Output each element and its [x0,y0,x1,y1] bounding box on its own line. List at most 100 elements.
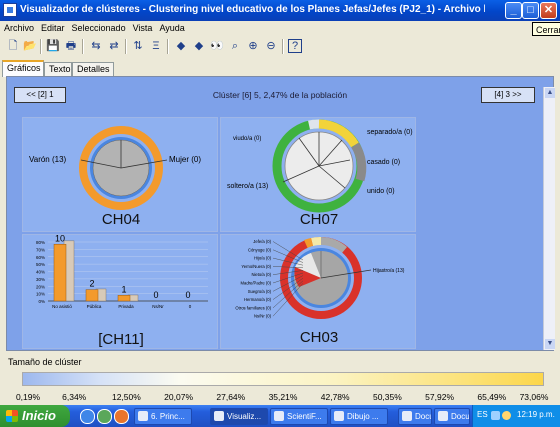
menu-seleccionado[interactable]: Seleccionado [72,21,126,35]
task-item[interactable]: ScientiF... [270,408,328,425]
task-item[interactable]: Docum... [434,408,470,425]
category-label: No asistió [52,304,72,309]
zoom-in-icon[interactable]: ⊕ [245,38,261,54]
panel-label-ch07: CH07 [299,211,339,228]
clock: 12:19 p.m. [517,410,555,419]
print-icon[interactable]: 🖶 [63,38,79,54]
panel-label-ch11: [CH11] [98,331,144,348]
cluster-size-gradient [22,372,544,386]
tab-texto[interactable]: Texto [44,62,72,76]
slice-label-varon: Varón (13) [29,155,67,164]
bar-value-label: 2 [89,279,94,289]
menu-editar[interactable]: Editar [41,21,65,35]
cluster-size-tick: 27,64% [216,392,246,402]
reload-icon[interactable]: ⇆ [88,38,104,54]
slice-label-separado: separado/a (0) [367,129,413,136]
y-tick-label: 30% [36,277,45,282]
task-item[interactable]: Dibujo ... [330,408,388,425]
minimize-button[interactable]: _ [505,2,522,19]
y-tick-label: 0% [38,299,45,304]
cluster-size-tick: 65,49% [477,392,507,402]
chart-panel-ch04[interactable]: Varón (13) Mujer (0) CH04 [22,117,218,232]
media-icon[interactable] [97,409,112,424]
open-icon[interactable]: 📂 [22,38,38,54]
maximize-button[interactable]: □ [522,2,539,19]
window-title: Visualizador de clústeres - Clustering n… [20,4,485,15]
chart-panel-ch07[interactable]: viudo/a (0) separado/a (0) casado (0) un… [220,117,416,232]
category-label: 0 [189,304,192,309]
y-tick-label: 20% [36,284,45,289]
category-label: Privada [118,304,134,309]
menu-archivo[interactable]: Archivo [4,21,34,35]
firefox-icon[interactable] [114,409,129,424]
menu-ayuda[interactable]: Ayuda [159,21,184,35]
sort-icon[interactable]: ⇅ [130,38,146,54]
vertical-scrollbar[interactable]: ▲ ▼ [543,87,555,350]
task-item-active[interactable]: Visualiz... [210,408,268,425]
prev-cluster-button[interactable]: << [2] 1 [14,87,66,103]
slice-label-mujer: Mujer (0) [169,155,201,164]
legend-label: Cónyuge (0) [248,247,272,252]
cluster-size-title: Tamaño de clúster [8,357,82,367]
language-indicator[interactable]: ES [477,410,488,419]
ie-icon[interactable] [80,409,95,424]
bar [53,244,67,302]
y-tick-label: 50% [36,262,45,267]
help-icon[interactable]: ? [288,39,302,53]
slice-label-unido: unido (0) [367,188,395,195]
tab-graficos[interactable]: Gráficos [2,60,44,77]
filter-icon[interactable]: Ξ [148,38,164,54]
cluster-title: Clúster [6] 5, 2,47% de la población [212,90,348,100]
bar-value-label: 1 [121,284,126,294]
y-tick-label: 10% [36,292,45,297]
category-label: Ns/Nr [152,304,164,309]
legend-label: Ns/Nr (0) [254,314,272,319]
save-icon[interactable]: 💾 [45,38,61,54]
legend-label: Suegro/a (0) [248,289,272,294]
scroll-down-icon[interactable]: ▼ [545,339,555,349]
binoculars-icon[interactable]: 👀 [209,38,225,54]
legend-label: Yerno/Nuera (0) [241,264,271,269]
bar-value-label: 0 [185,290,190,300]
bar-value-label: 0 [153,290,158,300]
start-label: Inicio [22,408,56,423]
volume-icon[interactable] [502,411,511,420]
legend-label: Hijo/a (0) [254,256,272,261]
cluster-size-tick: 57,92% [425,392,455,402]
arrow-left-icon[interactable]: ◆ [173,38,189,54]
toolbar: 🗋 📂 💾 🖶 ⇆ ⇄ ⇅ Ξ ◆ ◆ 👀 ⌕ ⊕ ⊖ ? [0,36,560,58]
forward-icon[interactable]: ⇄ [106,38,122,54]
menu-bar: Archivo Editar Seleccionado Vista Ayuda [0,21,560,35]
new-icon[interactable]: 🗋 [5,38,21,54]
legend-label: Hermano/a (0) [244,297,272,302]
cluster-size-tick: 20,07% [164,392,194,402]
cluster-size-tick: 12,50% [111,392,141,402]
tab-detalles[interactable]: Detalles [72,62,114,76]
slice-label-soltero: soltero/a (13) [227,183,268,190]
cluster-size-tick: 50,35% [372,392,402,402]
network-icon[interactable] [491,411,500,420]
task-item[interactable]: Docum... [398,408,432,425]
bar-value-label: 10 [55,235,65,243]
next-cluster-button[interactable]: [4] 3 >> [481,87,535,103]
chart-panel-ch11[interactable]: 80% 70% 60% 50% 40% 30% 20% 10% 0% No asistió Púb… [22,234,218,349]
panel-label-ch04: CH04 [101,211,141,228]
legend-label: Nieto/a (0) [251,272,271,277]
legend-label: Madre/Padre (0) [241,281,272,286]
legend-label: Otros familiares (0) [235,305,271,310]
app-icon [3,3,17,17]
arrow-right-icon[interactable]: ◆ [191,38,207,54]
scroll-up-icon[interactable]: ▲ [545,88,555,98]
y-tick-label: 80% [36,240,45,245]
system-tray: ES 12:19 p.m. [472,405,560,427]
slice-label-hijastro: Hijastro/a (13) [373,268,405,274]
zoom-out-icon[interactable]: ⊖ [263,38,279,54]
bar [117,295,131,302]
menu-vista[interactable]: Vista [133,21,153,35]
task-item[interactable]: 6. Princ... [134,408,192,425]
close-button[interactable]: ✕ [540,2,557,19]
start-button[interactable]: Inicio [0,405,70,427]
search-icon[interactable]: ⌕ [227,38,243,54]
y-tick-label: 40% [36,270,45,275]
chart-panel-ch03[interactable]: Jefe/a (0) Cónyuge (0) Hijo/a (0) Yerno/Nue… [220,234,416,349]
